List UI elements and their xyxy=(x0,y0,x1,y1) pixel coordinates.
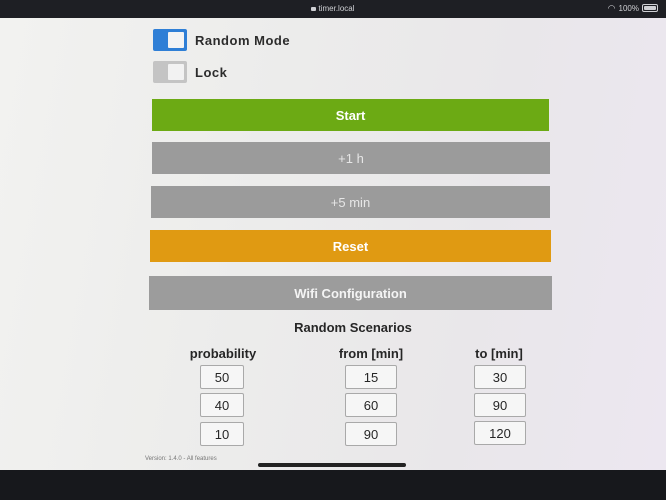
url-bar[interactable]: timer.local xyxy=(0,4,666,13)
from-input-2[interactable]: 60 xyxy=(345,393,397,417)
device-frame: timer.local ◠ 100% Random Mode Lock Start… xyxy=(0,0,666,500)
to-input-2[interactable]: 90 xyxy=(474,393,526,417)
random-mode-toggle[interactable] xyxy=(153,29,187,51)
battery-percent: 100% xyxy=(618,4,639,13)
device-bezel xyxy=(0,470,666,500)
toggle-knob xyxy=(168,64,184,80)
probability-input-2[interactable]: 40 xyxy=(200,393,244,417)
random-mode-label: Random Mode xyxy=(195,32,291,48)
wifi-icon: ◠ xyxy=(607,3,616,13)
status-indicators: ◠ 100% xyxy=(608,3,658,14)
battery-icon xyxy=(642,4,658,12)
column-header-from: from [min] xyxy=(338,346,404,361)
probability-input-3[interactable]: 10 xyxy=(200,422,244,446)
column-header-probability: probability xyxy=(189,346,257,361)
home-indicator[interactable] xyxy=(258,463,406,467)
add-hour-button[interactable]: +1 h xyxy=(152,142,550,174)
column-header-to: to [min] xyxy=(475,346,523,361)
lock-toggle[interactable] xyxy=(153,61,187,83)
to-input-1[interactable]: 30 xyxy=(474,365,526,389)
random-mode-row: Random Mode xyxy=(153,28,290,52)
add-five-min-button[interactable]: +5 min xyxy=(151,186,550,218)
wifi-configuration-button[interactable]: Wifi Configuration xyxy=(149,276,552,310)
from-input-1[interactable]: 15 xyxy=(345,365,397,389)
lock-label: Lock xyxy=(195,64,228,80)
from-input-3[interactable]: 90 xyxy=(345,422,397,446)
to-input-3[interactable]: 120 xyxy=(474,421,526,445)
app-screen: Random Mode Lock Start +1 h +5 min Reset… xyxy=(0,18,666,470)
reset-button[interactable]: Reset xyxy=(150,230,551,262)
version-text: Version: 1.4.0 - All features xyxy=(145,456,217,462)
probability-input-1[interactable]: 50 xyxy=(200,365,244,389)
start-button[interactable]: Start xyxy=(152,99,549,131)
lock-row: Lock xyxy=(153,60,227,84)
lock-icon xyxy=(311,7,317,11)
url-text: timer.local xyxy=(318,4,355,13)
random-scenarios-title: Random Scenarios xyxy=(294,320,412,335)
toggle-knob xyxy=(168,32,184,48)
status-bar: timer.local ◠ 100% xyxy=(0,0,666,18)
